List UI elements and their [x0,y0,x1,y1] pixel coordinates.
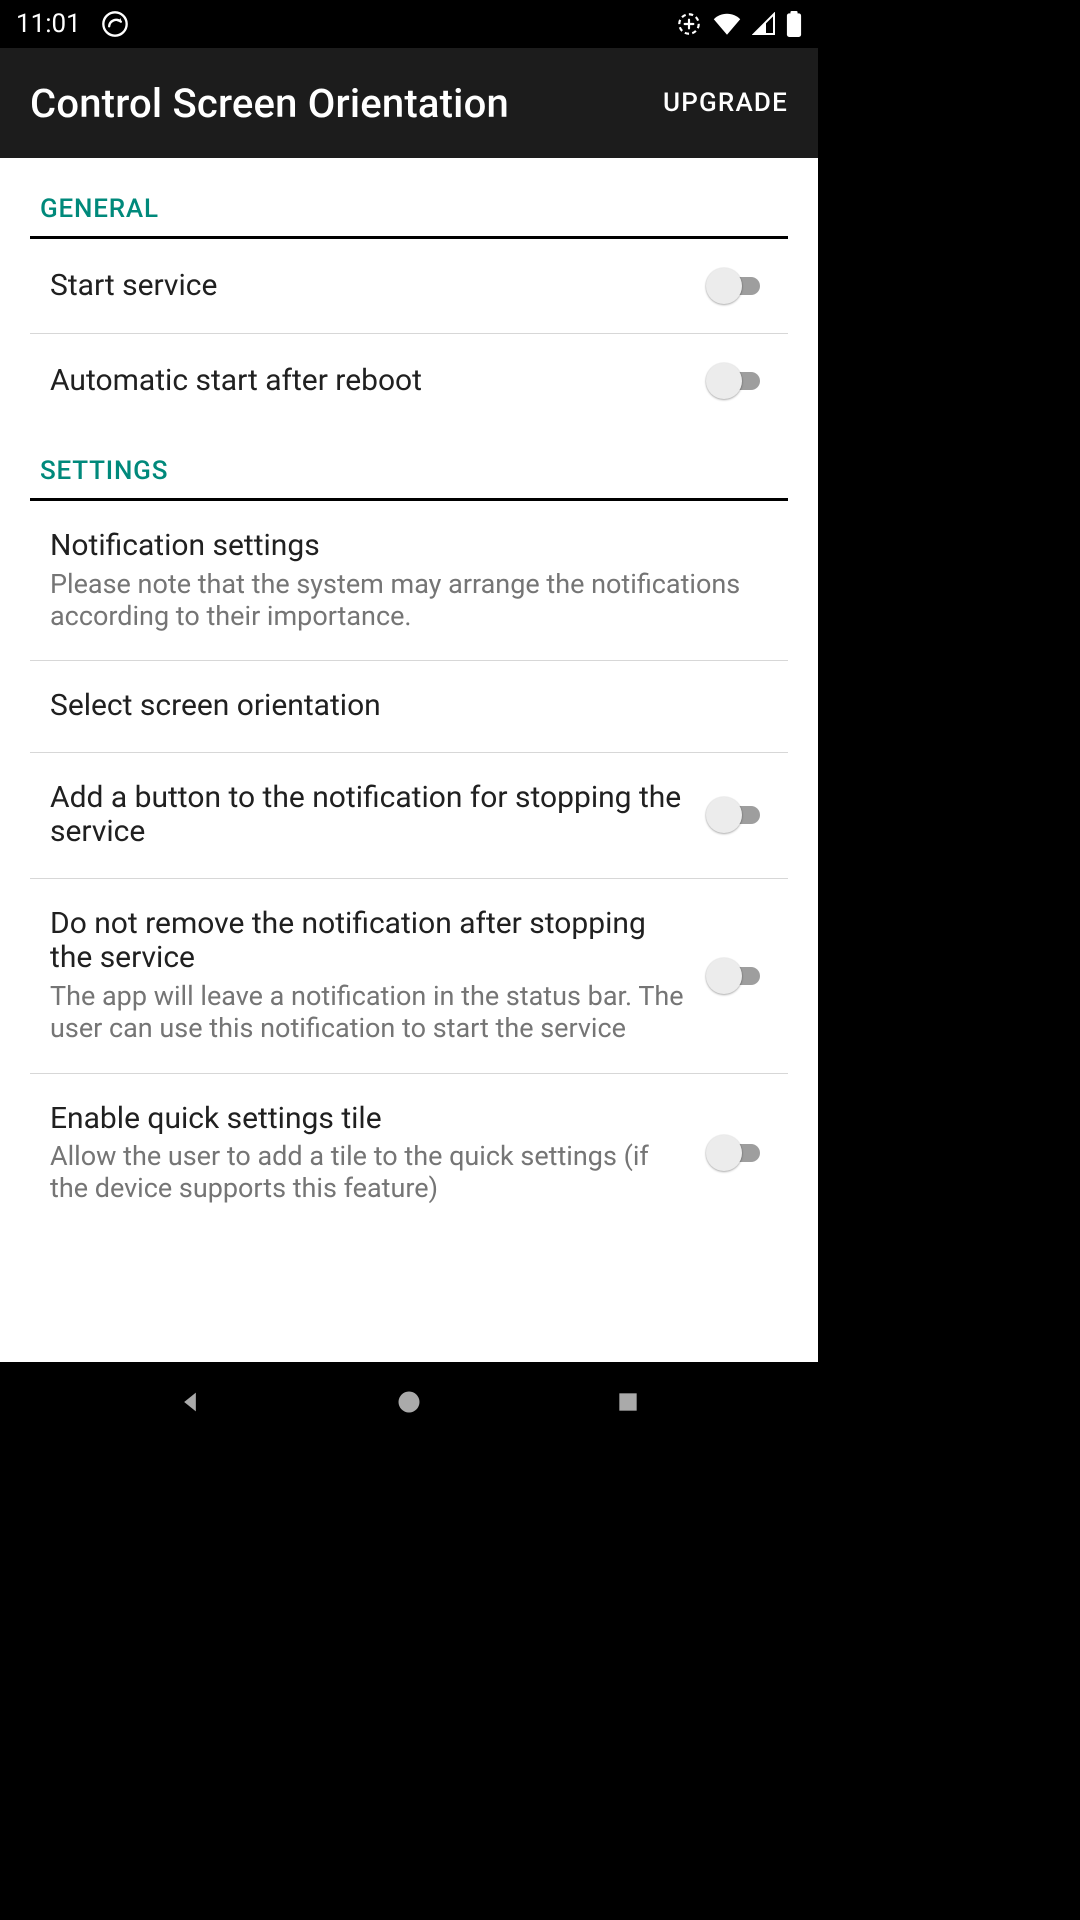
pref-title: Start service [50,269,690,304]
orientation-app-icon [101,10,129,38]
navigation-bar [0,1362,818,1442]
back-icon [176,1388,204,1416]
pref-title: Select screen orientation [50,689,772,724]
pref-auto-start[interactable]: Automatic start after reboot [30,334,788,428]
section-header-general: GENERAL [30,158,788,239]
pref-summary: Allow the user to add a tile to the quic… [50,1140,690,1205]
pref-summary: Please note that the system may arrange … [50,568,772,633]
home-icon [395,1388,423,1416]
switch-stop-button[interactable] [706,796,768,834]
pref-title: Do not remove the notification after sto… [50,907,690,976]
nav-recents-button[interactable] [568,1372,688,1432]
section-header-settings: SETTINGS [30,428,788,501]
settings-list[interactable]: GENERAL Start service Automatic start af… [0,158,818,1362]
recents-icon [615,1389,641,1415]
app-bar: Control Screen Orientation UPGRADE [0,48,818,158]
switch-start-service[interactable] [706,267,768,305]
page-title: Control Screen Orientation [30,80,509,127]
status-time: 11:01 [16,9,81,39]
switch-keep-notification[interactable] [706,957,768,995]
wifi-icon [712,12,742,36]
signal-icon [752,12,776,36]
pref-title: Notification settings [50,529,772,564]
pref-keep-notification[interactable]: Do not remove the notification after sto… [30,879,788,1074]
pref-title: Add a button to the notification for sto… [50,781,690,850]
pref-title: Automatic start after reboot [50,364,690,399]
pref-title: Enable quick settings tile [50,1102,690,1137]
data-saver-icon [676,11,702,37]
switch-quick-tile[interactable] [706,1134,768,1172]
status-bar: 11:01 [0,0,818,48]
pref-start-service[interactable]: Start service [30,239,788,334]
nav-home-button[interactable] [349,1372,469,1432]
nav-back-button[interactable] [130,1372,250,1432]
pref-summary: The app will leave a notification in the… [50,980,690,1045]
battery-icon [786,11,802,37]
pref-select-orientation[interactable]: Select screen orientation [30,661,788,753]
upgrade-button[interactable]: UPGRADE [663,88,788,118]
pref-quick-tile[interactable]: Enable quick settings tile Allow the use… [30,1074,788,1217]
switch-auto-start[interactable] [706,362,768,400]
pref-notification-settings[interactable]: Notification settings Please note that t… [30,501,788,661]
pref-stop-button[interactable]: Add a button to the notification for sto… [30,753,788,879]
